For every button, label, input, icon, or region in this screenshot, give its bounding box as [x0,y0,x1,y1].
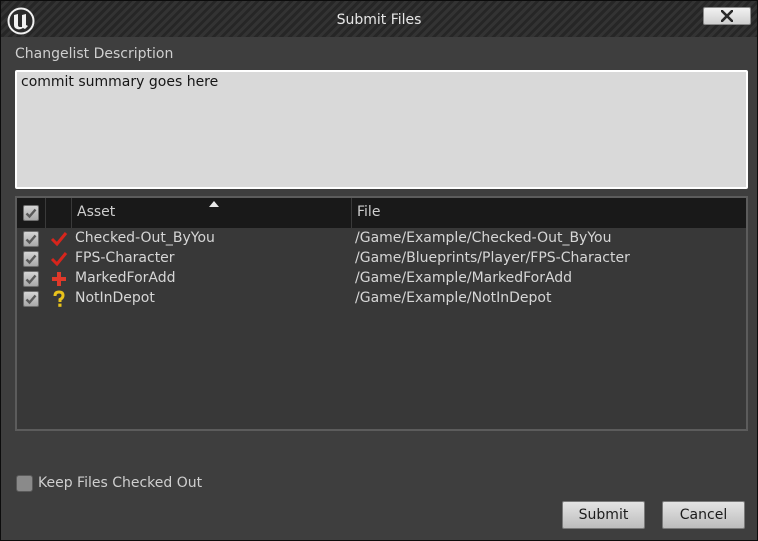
row-checkbox[interactable] [23,251,39,267]
asset-name: MarkedForAdd [75,270,176,286]
file-list-header: Asset File [17,198,746,228]
table-row[interactable]: MarkedForAdd /Game/Example/MarkedForAdd [17,269,746,289]
file-list[interactable]: Asset File Checked-Out_ByYou /Game/Examp… [15,196,748,431]
marked-for-add-icon [52,272,66,286]
table-row[interactable]: NotInDepot /Game/Example/NotInDepot [17,289,746,309]
column-separator [71,198,72,228]
table-row[interactable]: Checked-Out_ByYou /Game/Example/Checked-… [17,229,746,249]
row-checkbox[interactable] [23,291,39,307]
file-path: /Game/Example/MarkedForAdd [355,270,573,286]
check-icon [25,294,37,305]
column-separator [45,198,46,228]
changelist-description-text: commit summary goes here [21,74,219,90]
asset-name: Checked-Out_ByYou [75,230,215,246]
title-bar[interactable]: Submit Files [1,1,757,37]
checked-out-icon [50,232,68,247]
check-icon [25,234,37,245]
check-icon [25,208,37,219]
close-icon [721,10,733,22]
sort-ascending-icon [209,201,219,207]
changelist-description-input[interactable]: commit summary goes here [15,70,748,189]
column-header-file[interactable]: File [357,204,380,220]
check-icon [25,274,37,285]
table-row[interactable]: FPS-Character /Game/Blueprints/Player/FP… [17,249,746,269]
dialog-title: Submit Files [336,12,422,28]
changelist-description-label: Changelist Description [15,46,174,62]
asset-name: NotInDepot [75,290,155,306]
keep-files-checked-out-label: Keep Files Checked Out [38,475,203,491]
asset-name: FPS-Character [75,250,175,266]
row-checkbox[interactable] [23,231,39,247]
row-checkbox[interactable] [23,271,39,287]
close-button[interactable] [703,7,751,25]
column-header-asset[interactable]: Asset [77,204,115,220]
check-icon [25,254,37,265]
submit-files-dialog: Submit Files Changelist Description comm… [0,0,758,541]
submit-button[interactable]: Submit [562,501,645,529]
checked-out-icon [50,252,68,267]
select-all-checkbox[interactable] [23,205,39,221]
file-path: /Game/Example/NotInDepot [355,290,552,306]
file-path: /Game/Blueprints/Player/FPS-Character [355,250,630,266]
column-separator [351,198,352,228]
cancel-button[interactable]: Cancel [662,501,745,529]
not-in-depot-icon [53,290,65,307]
keep-files-checked-out-checkbox[interactable] [16,475,33,492]
file-path: /Game/Example/Checked-Out_ByYou [355,230,612,246]
